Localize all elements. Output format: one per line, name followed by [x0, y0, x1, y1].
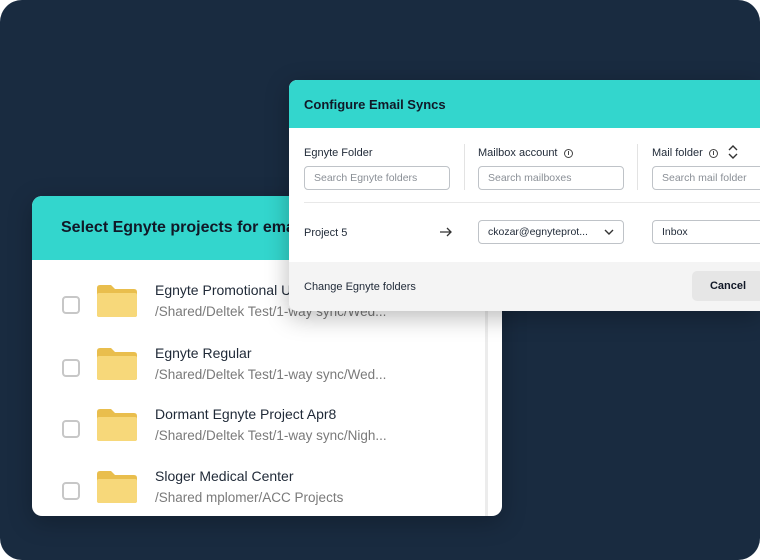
dialog-footer: Change Egnyte folders Cancel: [289, 262, 760, 311]
mail-folder-column-header: Mail folder: [652, 147, 718, 159]
project-row[interactable]: Sloger Medical Center /Shared mplomer/AC…: [32, 468, 482, 516]
project-label: Project 5: [304, 227, 348, 239]
configure-email-syncs-dialog: Configure Email Syncs Egnyte Folder Mail…: [289, 80, 760, 311]
project-row[interactable]: Egnyte Regular /Shared/Deltek Test/1-way…: [32, 345, 482, 405]
project-checkbox[interactable]: [62, 359, 80, 377]
folder-icon: [96, 408, 138, 442]
project-path: /Shared/Deltek Test/1-way sync/Nigh...: [155, 428, 387, 443]
change-egnyte-folders-link[interactable]: Change Egnyte folders: [304, 281, 416, 293]
mailbox-account-label: Mailbox account: [478, 147, 558, 159]
config-header: Configure Email Syncs: [289, 80, 760, 128]
folder-icon: [96, 347, 138, 381]
chevron-down-icon: [604, 229, 614, 235]
project-checkbox[interactable]: [62, 296, 80, 314]
mailbox-account-value: ckozar@egnyteprot...: [488, 226, 588, 238]
arrow-right-icon: [440, 227, 452, 237]
row-divider: [304, 202, 760, 203]
config-title: Configure Email Syncs: [304, 96, 446, 112]
folder-icon: [96, 470, 138, 504]
column-divider: [464, 144, 465, 190]
egnyte-folder-column-header[interactable]: Egnyte Folder: [304, 147, 372, 159]
info-icon[interactable]: [563, 148, 573, 158]
info-icon[interactable]: [708, 148, 718, 158]
project-checkbox[interactable]: [62, 420, 80, 438]
mailbox-account-column-header: Mailbox account: [478, 147, 573, 159]
search-mail-folder-input[interactable]: Search mail folder: [652, 166, 760, 190]
project-row[interactable]: Dormant Egnyte Project Apr8 /Shared/Delt…: [32, 406, 482, 466]
mail-folder-select[interactable]: Inbox: [652, 220, 760, 244]
mail-folder-value: Inbox: [662, 226, 688, 238]
mailbox-account-select[interactable]: ckozar@egnyteprot...: [478, 220, 624, 244]
project-path: /Shared/Deltek Test/1-way sync/Wed...: [155, 367, 387, 382]
app-background: Select Egnyte projects for email syncs E…: [0, 0, 760, 560]
mail-folder-label: Mail folder: [652, 147, 703, 159]
folder-icon: [96, 284, 138, 318]
column-divider: [637, 144, 638, 190]
project-name: Sloger Medical Center: [155, 468, 294, 484]
cancel-button[interactable]: Cancel: [692, 271, 760, 301]
egnyte-folder-label: Egnyte Folder: [304, 147, 373, 159]
sort-icon[interactable]: [727, 144, 739, 160]
project-name: Egnyte Regular: [155, 345, 252, 361]
project-path: /Shared mplomer/ACC Projects: [155, 490, 344, 505]
search-egnyte-folders-input[interactable]: Search Egnyte folders: [304, 166, 450, 190]
project-name: Dormant Egnyte Project Apr8: [155, 406, 337, 422]
project-checkbox[interactable]: [62, 482, 80, 500]
search-mailboxes-input[interactable]: Search mailboxes: [478, 166, 624, 190]
